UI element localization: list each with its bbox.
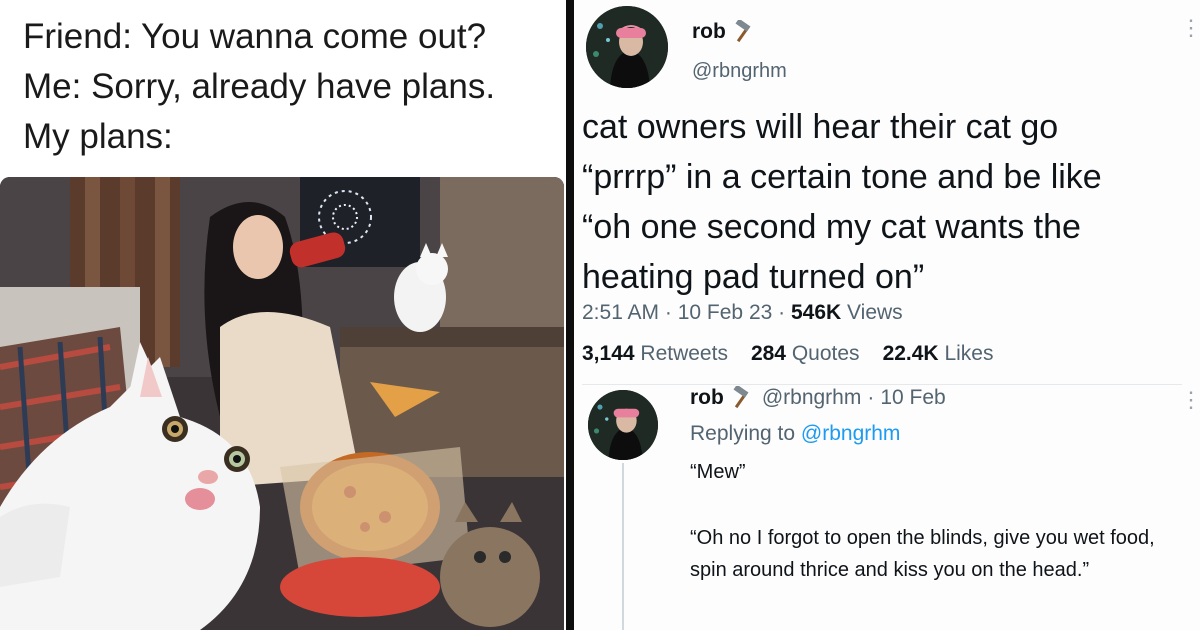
section-divider (582, 384, 1182, 385)
reply-header: rob @rbngrhm · 10 Feb (690, 386, 946, 410)
likes-label: Likes (944, 342, 994, 365)
tweet-meta: 2:51 AM · 10 Feb 23 · 546K Views (582, 301, 903, 325)
avatar-photo-icon (588, 390, 658, 460)
retweets-stat[interactable]: 3,144 Retweets (582, 342, 733, 366)
tweet-text-line-2: “prrrp” in a certain tone and be like (582, 158, 1102, 196)
avatar-photo-icon (586, 6, 668, 88)
tweet-stats: 3,144 Retweets 284 Quotes 22.4K Likes (582, 342, 998, 366)
meta-dot: · (664, 301, 678, 324)
likes-stat[interactable]: 22.4K Likes (883, 342, 999, 366)
replying-prefix: Replying to (690, 422, 796, 445)
quotes-label: Quotes (791, 342, 860, 365)
tweet-text-line-4: heating pad turned on” (582, 258, 925, 296)
caption-line-1: Friend: You wanna come out? (23, 17, 487, 56)
quotes-count: 284 (750, 342, 786, 365)
reply-more-options-icon[interactable]: ⋮ (1180, 389, 1200, 411)
replying-to-link[interactable]: @rbngrhm (801, 422, 901, 445)
reply-display-name[interactable]: rob (690, 386, 724, 410)
meme-panel: Friend: You wanna come out? Me: Sorry, a… (0, 0, 573, 630)
hammer-icon (735, 20, 751, 43)
reply-handle[interactable]: @rbngrhm (762, 386, 862, 410)
tweet-avatar[interactable] (586, 6, 668, 88)
panel-divider (566, 0, 574, 630)
tweet-author-row: rob (692, 20, 758, 44)
tweet-time[interactable]: 2:51 AM (582, 301, 659, 324)
likes-count: 22.4K (882, 342, 939, 365)
caption-line-2: Me: Sorry, already have plans. (23, 67, 496, 106)
retweets-count: 3,144 (582, 342, 635, 365)
thread-line (622, 463, 624, 630)
meta-dot: · (778, 301, 791, 324)
tweet-text-line-1: cat owners will hear their cat go (582, 108, 1059, 146)
tweet-display-name[interactable]: rob (692, 20, 726, 44)
views-label: Views (847, 301, 903, 324)
quotes-stat[interactable]: 284 Quotes (751, 342, 865, 366)
retweets-label: Retweets (640, 342, 728, 365)
views-count: 546K (790, 301, 842, 324)
reply-text-line-1: “Mew” (690, 461, 746, 483)
reply-text: “Mew” “Oh no I forgot to open the blinds… (690, 456, 1190, 586)
photo-icon (0, 177, 564, 630)
caption-line-3: My plans: (23, 117, 173, 156)
meta-dot: · (867, 386, 875, 409)
meme-photo (0, 177, 564, 630)
reply-date[interactable]: 10 Feb (880, 386, 945, 410)
more-options-icon[interactable]: ⋮ (1180, 17, 1200, 39)
reply-avatar[interactable] (588, 390, 658, 460)
tweet-text: cat owners will hear their cat go “prrrp… (582, 102, 1182, 302)
reply-text-line-2: “Oh no I forgot to open the blinds, give… (690, 527, 1155, 581)
replying-to: Replying to @rbngrhm (690, 422, 900, 446)
meme-caption: Friend: You wanna come out? Me: Sorry, a… (23, 12, 495, 162)
tweet-text-line-3: “oh one second my cat wants the (582, 208, 1081, 246)
tweet-date[interactable]: 10 Feb 23 (678, 301, 773, 324)
hammer-icon (733, 386, 749, 409)
tweet-handle[interactable]: @rbngrhm (692, 60, 787, 83)
tweet-panel: rob @rbngrhm ⋮ cat owners will hear thei… (574, 0, 1200, 630)
